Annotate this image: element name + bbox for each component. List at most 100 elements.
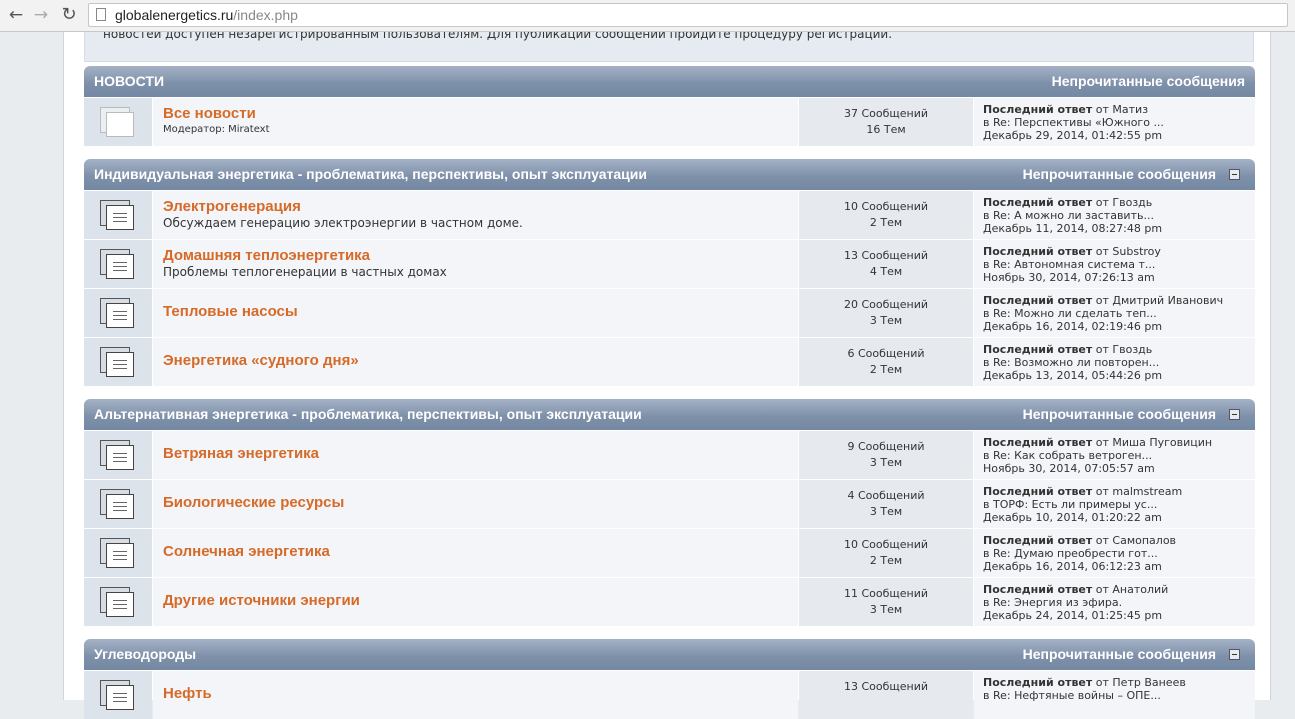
unread-posts-link[interactable]: Непрочитанные сообщения: [1023, 646, 1216, 662]
last-post-text: Последний ответ: [983, 196, 1093, 209]
last-post-text: Последний ответ: [983, 245, 1093, 258]
last-post-topic[interactable]: Re: Нефтяные войны – ОПЕ...: [993, 689, 1161, 702]
last-post-author[interactable]: Substroy: [1112, 245, 1161, 258]
category-title[interactable]: Индивидуальная энергетика - проблематика…: [94, 166, 647, 182]
board-row: Другие источники энергии 11 Сообщений 3 Т…: [84, 578, 1255, 626]
board-icon: [100, 249, 136, 279]
last-post-text: в: [983, 116, 990, 129]
last-post: Последний ответ от Substroy в Re: Автоном…: [974, 240, 1255, 288]
collapse-category-icon[interactable]: [1229, 649, 1240, 660]
last-post-topic[interactable]: ТОРФ: Есть ли примеры ус...: [993, 498, 1157, 511]
last-post-text: Последний ответ: [983, 583, 1093, 596]
board-row: Солнечная энергетика 10 Сообщений 2 Тем П…: [84, 529, 1255, 577]
board-link[interactable]: Биологические ресурсы: [163, 494, 344, 511]
last-post-text: в: [983, 258, 990, 271]
last-post-topic[interactable]: Re: Возможно ли повторен...: [993, 356, 1159, 369]
board-link[interactable]: Энергетика «судного дня»: [163, 352, 359, 369]
last-post-author[interactable]: Петр Ванеев: [1112, 676, 1185, 689]
topic-count: 4 Тем: [869, 265, 903, 278]
last-post-text: Последний ответ от Петр Ванеев: [983, 676, 1186, 689]
post-count: 10 Сообщений: [843, 200, 929, 213]
board-link[interactable]: Нефть: [163, 685, 212, 702]
board-row: Ветряная энергетика 9 Сообщений 3 Тем Пос…: [84, 431, 1255, 479]
last-post-text: в Re: Возможно ли повторен...: [983, 356, 1159, 369]
last-post-text: Последний ответ: [983, 534, 1093, 547]
last-post-text: в: [983, 449, 990, 462]
topic-count: 3 Тем: [869, 603, 903, 616]
board-link[interactable]: Ветряная энергетика: [163, 445, 319, 462]
last-post-topic[interactable]: Re: А можно ли заставить...: [993, 209, 1154, 222]
category-title[interactable]: НОВОСТИ: [94, 73, 164, 89]
address-bar[interactable]: globalenergetics.ru/index.php: [88, 3, 1288, 27]
board-link[interactable]: Домашняя теплоэнергетика: [163, 247, 370, 264]
category-title[interactable]: Углеводороды: [94, 646, 196, 662]
forward-arrow-icon[interactable]: →: [30, 4, 52, 26]
board-row: Все новости Модератор: Miratext 37 Сообщ…: [84, 98, 1255, 146]
last-post-text: Последний ответ: [983, 485, 1093, 498]
last-post-author[interactable]: Гвоздь: [1112, 196, 1152, 209]
last-post-author[interactable]: Миша Пуговицин: [1112, 436, 1212, 449]
category-title[interactable]: Альтернативная энергетика - проблематика…: [94, 406, 642, 422]
last-post-text: в: [983, 689, 990, 702]
last-post-text: в Re: Думаю преобрести гот...: [983, 547, 1158, 560]
last-post-text: Последний ответ: [983, 294, 1093, 307]
last-post-topic[interactable]: Re: Энергия из эфира.: [993, 596, 1122, 609]
topic-count: 2 Тем: [869, 216, 903, 229]
category-news: НОВОСТИ Непрочитанные сообщения Все ново…: [84, 66, 1255, 146]
back-arrow-icon[interactable]: ←: [5, 4, 27, 26]
last-post-topic[interactable]: Re: Как собрать ветроген...: [993, 449, 1152, 462]
last-post-author[interactable]: Анатолий: [1112, 583, 1168, 596]
last-post: Последний ответ от Миша Пуговицин в Re: К…: [974, 431, 1255, 479]
unread-posts-link[interactable]: Непрочитанные сообщения: [1052, 73, 1245, 89]
last-post-text: от: [1095, 343, 1109, 356]
post-count: 11 Сообщений: [843, 587, 929, 600]
board-link[interactable]: Другие источники энергии: [163, 592, 360, 609]
last-post-topic[interactable]: Re: Автономная система т...: [993, 258, 1155, 271]
last-post-text: в Re: А можно ли заставить...: [983, 209, 1154, 222]
unread-posts-link[interactable]: Непрочитанные сообщения: [1023, 166, 1216, 182]
last-post-author[interactable]: Гвоздь: [1112, 343, 1152, 356]
topic-count: 3 Тем: [869, 314, 903, 327]
topic-count: 3 Тем: [869, 456, 903, 469]
last-post: Последний ответ от Гвоздь в Re: А можно л…: [974, 191, 1255, 239]
last-post-author[interactable]: Самопалов: [1112, 534, 1176, 547]
forum-page: новостей доступен незарегистрированным п…: [63, 32, 1271, 719]
board-link[interactable]: Тепловые насосы: [163, 303, 298, 320]
last-post: Последний ответ от Матиз в Re: Перспекти…: [974, 98, 1255, 146]
last-post-text: в Re: Автономная система т...: [983, 258, 1155, 271]
board-icon: [100, 538, 136, 568]
board-link[interactable]: Все новости: [163, 105, 256, 122]
last-post-text: Последний ответ от Гвоздь: [983, 343, 1152, 356]
last-post-text: в Re: Как собрать ветроген...: [983, 449, 1152, 462]
last-post-topic[interactable]: Re: Перспективы «Южного ...: [993, 116, 1164, 129]
last-post-text: от: [1095, 583, 1109, 596]
collapse-category-icon[interactable]: [1229, 169, 1240, 180]
last-post-topic[interactable]: Re: Думаю преобрести гот...: [993, 547, 1158, 560]
last-post-date: Ноябрь 30, 2014, 07:05:57 am: [983, 462, 1155, 475]
last-post: Последний ответ от Самопалов в Re: Думаю …: [974, 529, 1255, 577]
last-post-text: в: [983, 547, 990, 560]
last-post-author[interactable]: malmstream: [1112, 485, 1182, 498]
last-post-text: Последний ответ от Матиз: [983, 103, 1148, 116]
last-post-text: от: [1095, 196, 1109, 209]
last-post-text: от: [1095, 436, 1109, 449]
last-post-date: Декабрь 10, 2014, 01:20:22 am: [983, 511, 1162, 524]
board-row: Домашняя теплоэнергетика Проблемы теплоге…: [84, 240, 1255, 288]
board-link[interactable]: Солнечная энергетика: [163, 543, 330, 560]
collapse-category-icon[interactable]: [1229, 409, 1240, 420]
last-post-text: от: [1095, 676, 1109, 689]
last-post-author[interactable]: Матиз: [1112, 103, 1148, 116]
unread-posts-link[interactable]: Непрочитанные сообщения: [1023, 406, 1216, 422]
reload-icon[interactable]: ↻: [58, 4, 80, 26]
last-post-author[interactable]: Дмитрий Иванович: [1112, 294, 1223, 307]
last-post-text: в Re: Можно ли сделать теп...: [983, 307, 1157, 320]
last-post-text: от: [1095, 534, 1109, 547]
post-count: 10 Сообщений: [843, 538, 929, 551]
board-link[interactable]: Электрогенерация: [163, 198, 301, 215]
last-post-text: Последний ответ от Дмитрий Иванович: [983, 294, 1223, 307]
last-post: Последний ответ от Дмитрий Иванович в Re:…: [974, 289, 1255, 337]
page-icon: [96, 8, 106, 21]
board-row: Нефть 13 Сообщений Последний ответ от Пе…: [84, 671, 1255, 719]
last-post-topic[interactable]: Re: Можно ли сделать теп...: [993, 307, 1157, 320]
board-icon: [100, 347, 136, 377]
